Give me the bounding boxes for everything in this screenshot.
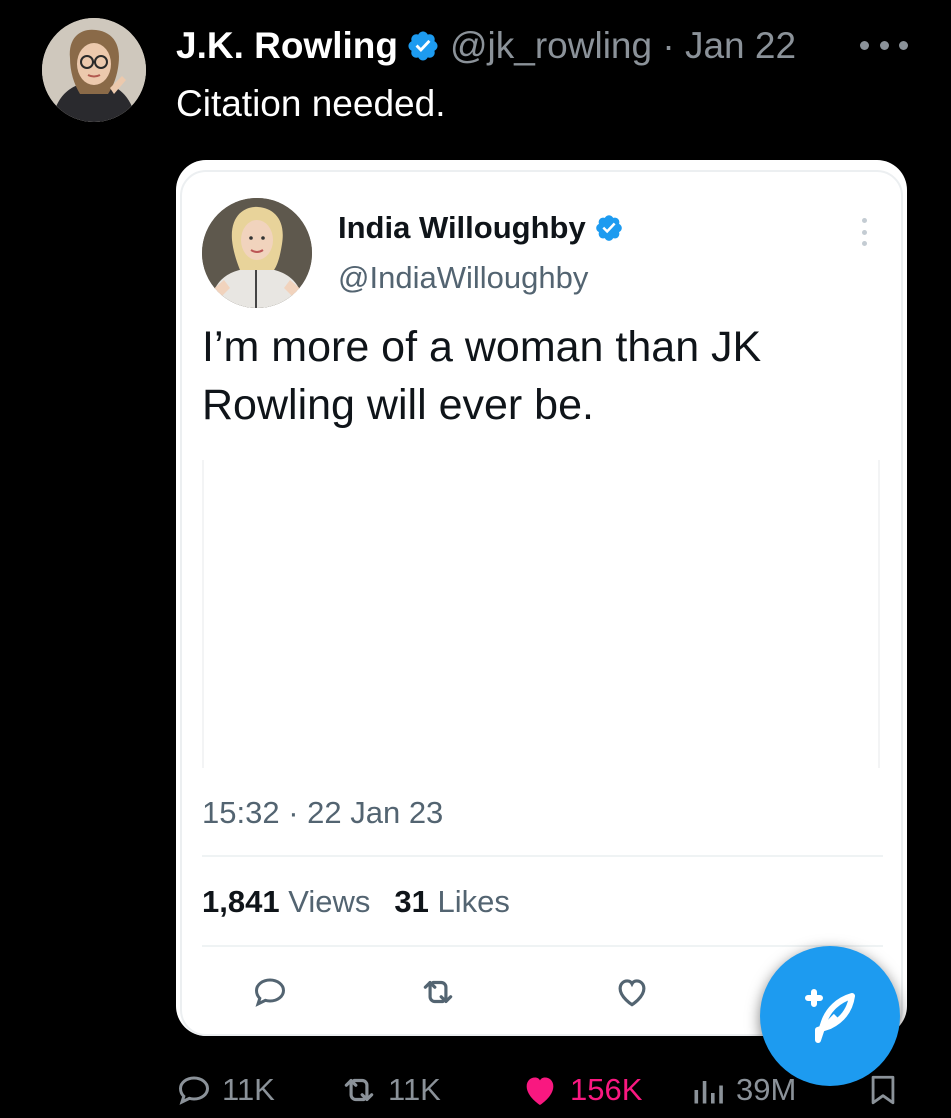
views-label: Views (288, 884, 371, 919)
media-edge-right (878, 460, 880, 768)
views-stat[interactable]: 1,841 Views (202, 884, 370, 919)
tweet-date[interactable]: Jan 22 (685, 22, 796, 70)
quoted-tweet-card[interactable]: India Willoughby @IndiaWilloughby I’m mo… (176, 160, 907, 1036)
quoted-avatar-image (202, 198, 312, 308)
likes-count: 31 (394, 884, 429, 919)
views-button[interactable]: 39M (690, 1070, 796, 1110)
tweet-text: Citation needed. (176, 83, 446, 124)
quoted-media-placeholder (202, 460, 882, 768)
more-icon[interactable] (860, 30, 908, 60)
reply-button[interactable]: 11K (176, 1070, 275, 1110)
like-button[interactable]: 156K (520, 1070, 642, 1110)
retweet-button[interactable]: 11K (340, 1070, 441, 1110)
engagement-bar: 11K 11K 156K 39M (0, 1062, 951, 1118)
quoted-author-name[interactable]: India Willoughby (338, 210, 586, 246)
retweet-icon (344, 1078, 374, 1102)
bookmark-icon (871, 1075, 895, 1105)
bookmark-button[interactable] (866, 1070, 910, 1110)
quoted-author-avatar[interactable] (202, 198, 312, 308)
retweet-icon[interactable] (414, 968, 462, 1016)
divider (202, 945, 883, 947)
divider (202, 855, 883, 857)
date-separator: · (662, 25, 675, 66)
retweet-count: 11K (388, 1072, 441, 1107)
views-icon (694, 1081, 723, 1104)
author-handle[interactable]: @jk_rowling (450, 22, 652, 70)
views-count: 39M (736, 1072, 797, 1107)
reply-icon (178, 1076, 210, 1105)
likes-label: Likes (437, 884, 510, 919)
quoted-timestamp[interactable]: 15:32 · 22 Jan 23 (202, 793, 443, 833)
author-avatar-image (42, 18, 146, 122)
tweet-header: J.K. Rowling @jk_rowling · Jan 22 (176, 22, 796, 70)
verified-badge-icon[interactable] (406, 29, 440, 63)
verified-badge-icon[interactable] (594, 213, 624, 243)
quoted-author-handle[interactable]: @IndiaWilloughby (338, 258, 588, 298)
author-avatar[interactable] (42, 18, 146, 122)
like-count: 156K (570, 1072, 643, 1107)
media-edge-left (202, 460, 204, 768)
quoted-author-row: India Willoughby (338, 206, 624, 250)
heart-icon (526, 1077, 554, 1105)
reply-icon[interactable] (246, 968, 294, 1016)
compose-icon (805, 989, 855, 1043)
quoted-more-icon[interactable] (861, 218, 867, 246)
author-name[interactable]: J.K. Rowling (176, 22, 398, 70)
views-count: 1,841 (202, 884, 280, 919)
likes-stat[interactable]: 31 Likes (394, 884, 509, 919)
quoted-tweet-text: I’m more of a woman than JK Rowling will… (202, 323, 762, 429)
quoted-stats-row: 1,841 Views 31 Likes (202, 882, 510, 922)
reply-count: 11K (222, 1072, 275, 1107)
heart-icon[interactable] (608, 968, 656, 1016)
